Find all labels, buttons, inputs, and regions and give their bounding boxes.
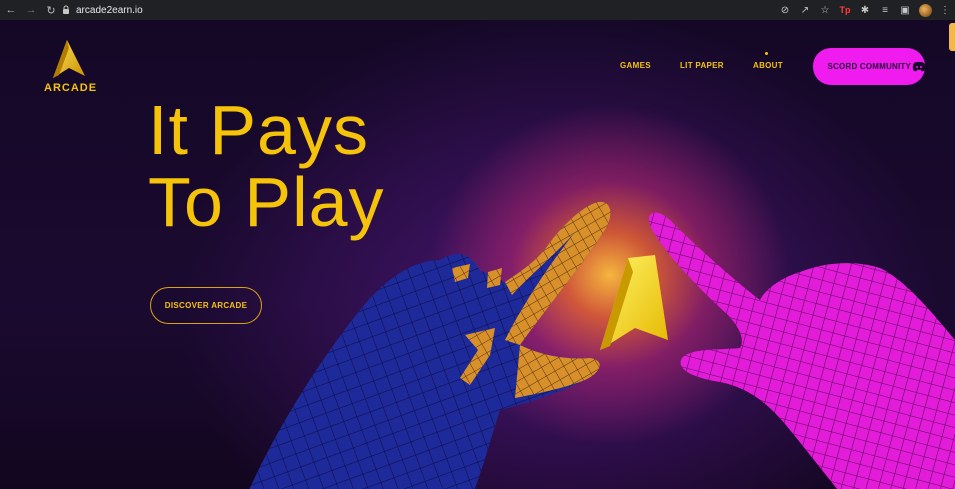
discord-button-label: SCORD COMMUNITY [827, 62, 911, 71]
nav-lit-paper[interactable]: LIT PAPER [680, 61, 724, 70]
headline-line-2: To Play [148, 163, 385, 241]
active-nav-indicator [765, 52, 768, 55]
kebab-menu-icon[interactable]: ⋮ [935, 0, 955, 20]
puzzle-icon[interactable]: ✱ [855, 0, 875, 20]
playlist-icon[interactable]: ≡ [875, 0, 895, 20]
discover-arcade-button[interactable]: DISCOVER ARCADE [150, 287, 262, 324]
discord-community-button[interactable]: SCORD COMMUNITY [813, 48, 925, 85]
eye-off-icon[interactable]: ⊘ [775, 0, 795, 20]
nav-games[interactable]: GAMES [620, 61, 651, 70]
hero-section [0, 20, 955, 489]
forward-arrow-icon[interactable]: → [24, 3, 38, 17]
logo-wordmark[interactable]: ARCADE [44, 82, 97, 94]
headline-line-1: It Pays [148, 91, 369, 169]
scroll-indicator [949, 23, 955, 51]
avatar[interactable] [915, 0, 935, 20]
back-arrow-icon[interactable]: ← [4, 3, 18, 17]
hero-hands-artwork [249, 201, 955, 489]
address-bar[interactable]: arcade2earn.io [60, 1, 830, 19]
browser-toolbar: ← → ↻ arcade2earn.io ⊘ ↗ ☆ Tp ✱ ≡ ▣ ⋮ [0, 0, 955, 20]
extension-icon[interactable]: Tp [835, 0, 855, 20]
sidepanel-icon[interactable]: ▣ [895, 0, 915, 20]
star-icon[interactable]: ☆ [815, 0, 835, 20]
reload-icon[interactable]: ↻ [44, 3, 58, 17]
share-icon[interactable]: ↗ [795, 0, 815, 20]
url-text: arcade2earn.io [76, 4, 143, 16]
discord-icon [912, 61, 926, 72]
nav-about[interactable]: ABOUT [753, 61, 783, 70]
lock-icon [60, 4, 72, 16]
hero-headline: It Pays To Play [148, 94, 385, 238]
